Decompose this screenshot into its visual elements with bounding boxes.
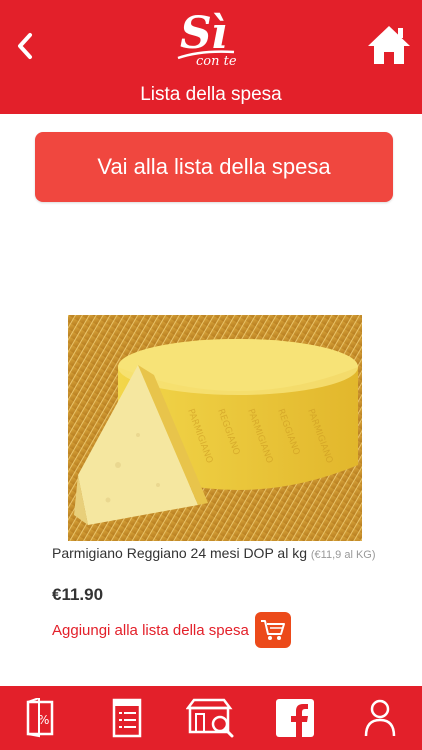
product-unit-price: (€11,9 al KG) bbox=[310, 549, 376, 561]
user-icon bbox=[364, 699, 395, 737]
flyer-icon: % bbox=[26, 698, 54, 738]
add-to-list-label[interactable]: Aggiungi alla lista della spesa bbox=[52, 622, 249, 639]
facebook-icon bbox=[276, 699, 315, 737]
product-title: Parmigiano Reggiano 24 mesi DOP al kg bbox=[52, 545, 307, 561]
chevron-left-icon bbox=[18, 33, 32, 59]
cart-icon bbox=[260, 620, 285, 640]
product-price: €11.90 bbox=[52, 585, 104, 604]
logo-sub-text: con te bbox=[196, 54, 237, 69]
product-image[interactable]: PARMIGIANO REGGIANO PARMIGIANO REGGIANO … bbox=[68, 315, 362, 541]
nav-item-profile[interactable] bbox=[350, 688, 410, 748]
add-to-cart-button[interactable] bbox=[254, 612, 291, 648]
bottom-nav: % bbox=[0, 686, 422, 750]
home-button[interactable] bbox=[366, 22, 412, 68]
product-name: Parmigiano Reggiano 24 mesi DOP al kg (€… bbox=[52, 543, 382, 565]
goto-list-button[interactable]: Vai alla lista della spesa bbox=[35, 132, 393, 202]
add-to-list-row[interactable]: Aggiungi alla lista della spesa bbox=[52, 612, 291, 648]
page-title: Lista della spesa bbox=[140, 84, 282, 105]
nav-item-flyers[interactable]: % bbox=[12, 688, 72, 748]
nav-item-store-finder[interactable] bbox=[181, 688, 241, 748]
cheese-illustration: PARMIGIANO REGGIANO PARMIGIANO REGGIANO … bbox=[68, 315, 362, 541]
nav-item-facebook[interactable] bbox=[265, 688, 325, 748]
back-button[interactable] bbox=[10, 26, 40, 66]
list-icon bbox=[112, 698, 141, 738]
svg-text:%: % bbox=[38, 713, 49, 727]
store-search-icon bbox=[185, 698, 234, 738]
nav-item-list[interactable] bbox=[97, 688, 157, 748]
app-header: Sì con te Lista della spesa bbox=[0, 0, 422, 114]
logo: Sì con te bbox=[176, 8, 246, 76]
home-icon bbox=[368, 26, 410, 64]
